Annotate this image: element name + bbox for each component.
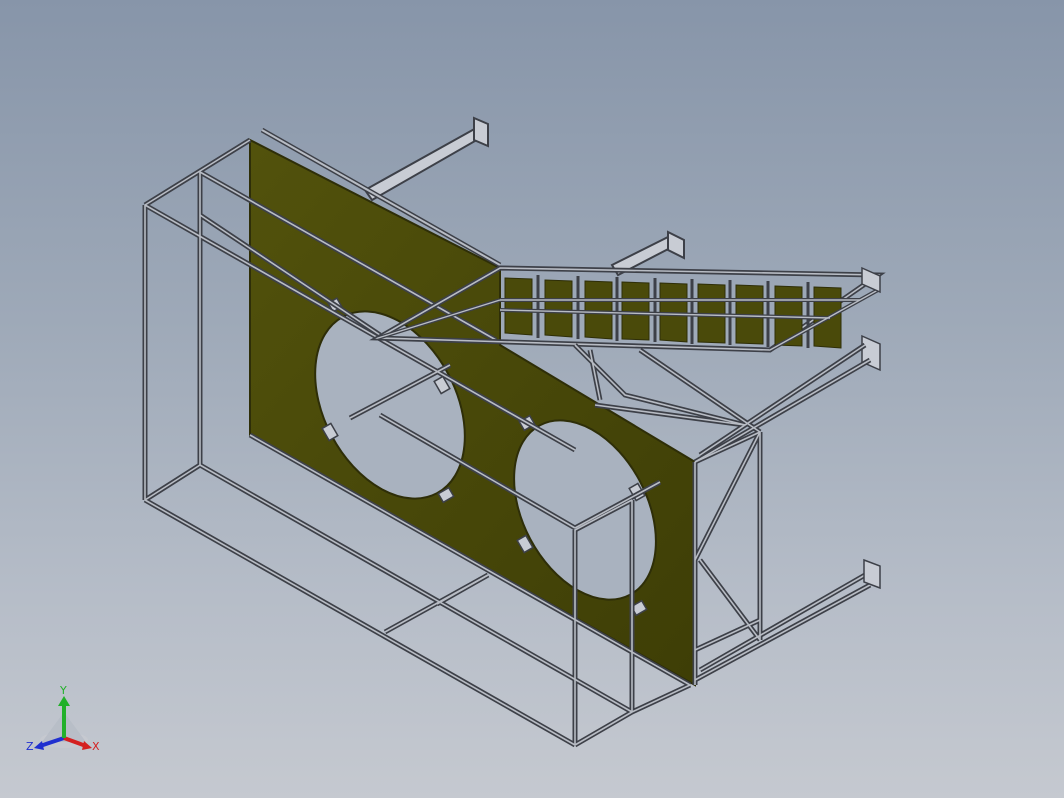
graphics-viewport[interactable]: Y Z X	[0, 0, 1064, 798]
axis-triad[interactable]: Y Z X	[24, 682, 110, 768]
3d-model-view[interactable]	[0, 0, 1064, 798]
z-axis-label: Z	[26, 740, 34, 753]
y-axis-arrow	[58, 696, 70, 706]
y-axis-label: Y	[59, 684, 67, 697]
x-axis-label: X	[92, 740, 100, 753]
